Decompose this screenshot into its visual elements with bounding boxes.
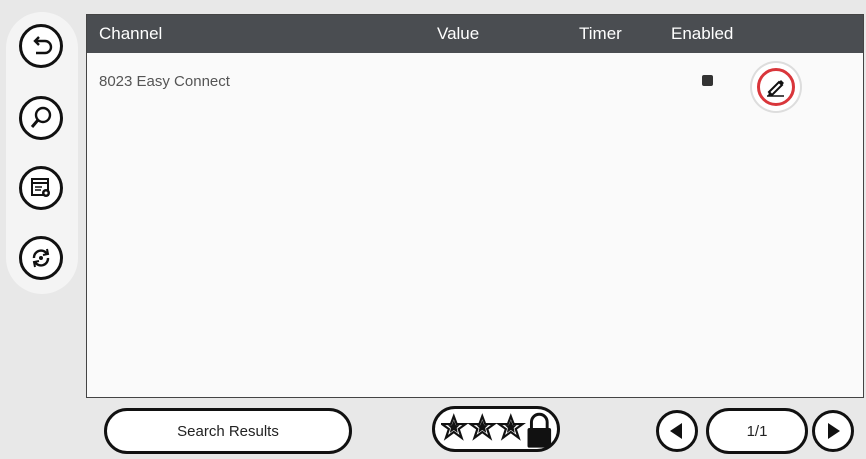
three-stars-lock-icon bbox=[441, 412, 552, 448]
channel-name: 8023 Easy Connect bbox=[99, 73, 230, 90]
bottom-toolbar: Search Results 1/1 bbox=[0, 402, 866, 459]
search-icon bbox=[30, 106, 52, 128]
header-channel: Channel bbox=[99, 24, 163, 43]
back-arrow-icon bbox=[33, 36, 53, 55]
header-value: Value bbox=[437, 24, 480, 43]
page-number: 1/1 bbox=[746, 422, 768, 440]
pencil-icon bbox=[767, 80, 784, 97]
header-enabled: Enabled bbox=[671, 24, 734, 43]
next-page-button[interactable] bbox=[812, 410, 854, 452]
refresh-icon bbox=[32, 248, 50, 268]
enabled-checkbox[interactable] bbox=[702, 75, 713, 86]
settings-document-icon bbox=[31, 178, 50, 197]
favorites-lock-button[interactable] bbox=[432, 406, 560, 452]
search-results-button[interactable]: Search Results bbox=[104, 408, 352, 454]
page-indicator: 1/1 bbox=[706, 408, 808, 454]
triangle-left-icon bbox=[670, 423, 682, 439]
channel-table: Channel Value Timer Enabled 8023 Easy Co… bbox=[86, 14, 864, 398]
triangle-right-icon bbox=[828, 423, 840, 439]
previous-page-button[interactable] bbox=[656, 410, 698, 452]
settings-document-button[interactable] bbox=[19, 166, 63, 210]
search-button[interactable] bbox=[19, 96, 63, 140]
edit-button[interactable] bbox=[752, 63, 800, 111]
table-header: Channel Value Timer Enabled bbox=[87, 15, 863, 53]
back-button[interactable] bbox=[19, 24, 63, 68]
search-results-label: Search Results bbox=[177, 422, 279, 440]
table-row[interactable]: 8023 Easy Connect bbox=[87, 53, 863, 111]
header-timer: Timer bbox=[579, 24, 622, 43]
refresh-button[interactable] bbox=[19, 236, 63, 280]
sidebar bbox=[6, 12, 78, 294]
